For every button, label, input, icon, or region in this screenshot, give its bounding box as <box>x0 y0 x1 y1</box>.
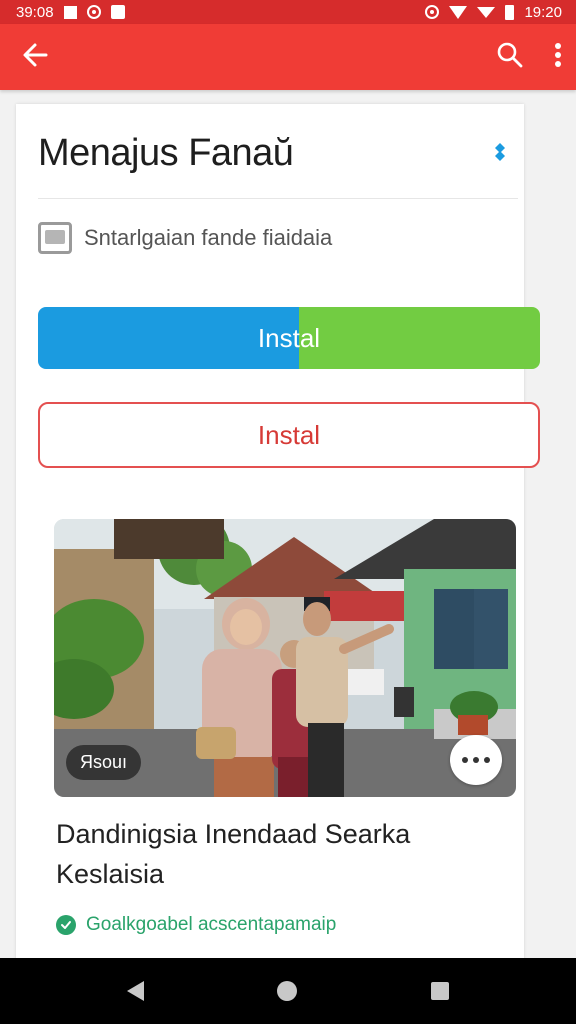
verified-row: Goalkgoabel acscentapamaip <box>56 914 336 936</box>
app-caption: Dandinigsia Inendaad Searka Keslaisia <box>56 819 411 889</box>
wifi-icon <box>449 5 468 19</box>
divider <box>38 198 518 199</box>
app-detail-card: Menajus Fanaŭ Sntarlgaian fande fiaidaia… <box>16 104 540 964</box>
system-nav-bar <box>0 958 576 1024</box>
developer-icon <box>38 222 72 254</box>
install-button-secondary[interactable]: Instal <box>38 402 540 468</box>
developer-name: Sntarlgaian fande fiaidaia <box>84 225 333 250</box>
chat-bubble-icon[interactable] <box>450 735 502 785</box>
more-vert-icon[interactable] <box>554 42 562 73</box>
home-icon[interactable] <box>277 981 298 1001</box>
install-button-primary[interactable]: Instal <box>38 307 540 369</box>
search-icon[interactable] <box>496 41 524 74</box>
alarm-icon <box>425 5 440 19</box>
app-notification-icon <box>110 5 125 19</box>
check-circle-icon <box>56 915 76 935</box>
battery-icon <box>505 4 515 20</box>
notification-icon <box>63 5 77 19</box>
back-arrow-icon[interactable] <box>22 42 48 73</box>
status-time-left: 39:08 <box>16 3 54 21</box>
status-time-right: 19:20 <box>524 3 562 21</box>
developer-row[interactable]: Sntarlgaian fande fiaidaia <box>38 222 332 254</box>
signal-icon <box>477 6 496 18</box>
app-photo[interactable]: Яsouı <box>54 519 516 797</box>
app-bar <box>0 24 576 90</box>
photo-badge: Яsouı <box>66 745 142 780</box>
back-icon[interactable] <box>126 981 144 1001</box>
target-icon <box>86 5 101 19</box>
recent-apps-icon[interactable] <box>431 982 450 1000</box>
info-dots-icon[interactable] <box>494 142 506 167</box>
status-bar: 39:08 19:20 <box>0 0 576 24</box>
verified-text: Goalkgoabel acscentapamaip <box>86 914 337 935</box>
app-title: Menajus Fanaŭ <box>38 132 294 174</box>
